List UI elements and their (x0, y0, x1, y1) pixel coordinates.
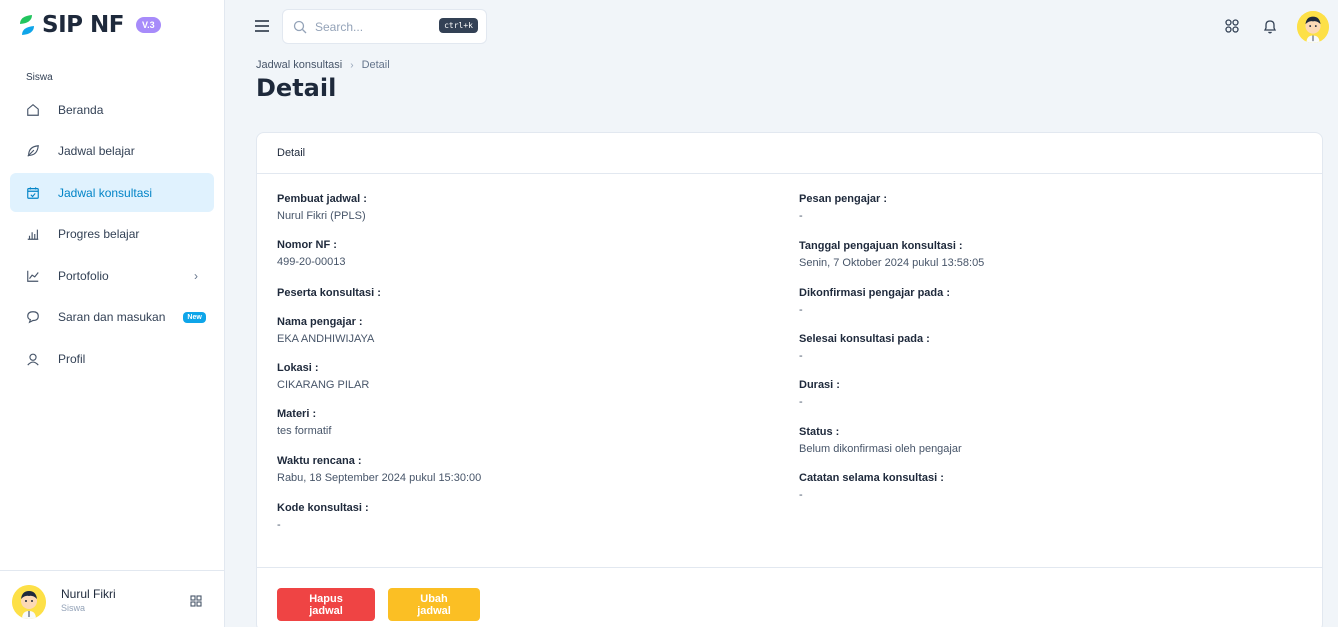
field-waktu-rencana: Waktu rencana : Rabu, 18 September 2024 … (277, 455, 757, 484)
field-label: Catatan selama konsultasi : (799, 472, 944, 484)
field-value: Rabu, 18 September 2024 pukul 15:30:00 (277, 472, 482, 484)
header-avatar[interactable] (1297, 11, 1329, 43)
chevron-right-icon: › (194, 268, 198, 283)
sidebar-item-profil[interactable]: Profil (10, 340, 214, 379)
edit-schedule-button[interactable]: Ubah jadwal (388, 588, 480, 621)
avatar (12, 585, 46, 619)
breadcrumb: Jadwal konsultasi › Detail (256, 59, 390, 71)
field-label: Dikonfirmasi pengajar pada : (799, 287, 950, 299)
user-role: Siswa (61, 603, 86, 613)
breadcrumb-current: Detail (361, 59, 390, 71)
search-icon (293, 20, 307, 33)
breadcrumb-parent[interactable]: Jadwal konsultasi (256, 59, 342, 71)
field-label: Waktu rencana : (277, 455, 362, 467)
field-peserta-konsultasi: Peserta konsultasi : (277, 287, 757, 304)
calendar-check-icon (26, 186, 40, 200)
field-materi: Materi : tes formatif (277, 408, 757, 437)
field-value: CIKARANG PILAR (277, 379, 370, 391)
sidebar-item-progres-belajar[interactable]: Progres belajar (10, 215, 214, 254)
field-value: - (799, 304, 803, 316)
new-badge: New (183, 311, 206, 323)
leaf-icon (26, 144, 40, 158)
sidebar-item-jadwal-konsultasi[interactable]: Jadwal konsultasi (10, 173, 214, 213)
sidebar-item-portofolio[interactable]: Portofolio › (10, 256, 214, 295)
field-value: - (799, 489, 803, 501)
sidebar: SIP NF V.3 Siswa Beranda Jadwal belajar … (0, 0, 225, 627)
shortcut-badge: ctrl+k (439, 18, 478, 33)
field-value: tes formatif (277, 425, 332, 437)
field-label: Pembuat jadwal : (277, 193, 367, 205)
field-value: - (799, 210, 803, 222)
app-name: SIP NF (42, 12, 124, 38)
sidebar-item-label: Jadwal belajar (58, 144, 135, 159)
field-label: Nomor NF : (277, 239, 337, 251)
field-catatan: Catatan selama konsultasi : - (799, 472, 1279, 501)
field-selesai-konsultasi: Selesai konsultasi pada : - (799, 333, 1279, 362)
sidebar-user[interactable]: Nurul Fikri Siswa (0, 570, 225, 627)
sidebar-item-label: Beranda (58, 102, 104, 117)
field-value: Nurul Fikri (PPLS) (277, 210, 366, 222)
field-value: - (277, 519, 281, 531)
sidebar-item-label: Progres belajar (58, 227, 140, 242)
field-label: Status : (799, 426, 840, 438)
card-title: Detail (257, 133, 1322, 174)
home-icon (26, 103, 40, 117)
field-value: EKA ANDHIWIJAYA (277, 333, 375, 345)
bar-chart-icon (26, 227, 40, 241)
bell-icon[interactable] (1262, 18, 1278, 34)
version-badge: V.3 (135, 17, 161, 33)
sidebar-item-label: Saran dan masukan (58, 310, 166, 325)
sidebar-item-label: Portofolio (58, 268, 109, 283)
search-input[interactable] (315, 19, 435, 34)
sidebar-item-label: Jadwal konsultasi (58, 185, 153, 200)
field-label: Tanggal pengajuan konsultasi : (799, 240, 963, 252)
field-label: Peserta konsultasi : (277, 287, 381, 299)
field-label: Materi : (277, 408, 317, 420)
field-value: Senin, 7 Oktober 2024 pukul 13:58:05 (799, 257, 985, 269)
field-value: 499-20-00013 (277, 256, 346, 268)
card-actions: Hapus jadwal Ubah jadwal (257, 567, 1322, 627)
user-icon (26, 352, 40, 366)
detail-card: Detail Pembuat jadwal : Nurul Fikri (PPL… (256, 132, 1323, 627)
leaf-logo-icon (20, 15, 34, 35)
search-box[interactable]: ctrl+k (282, 9, 487, 44)
field-lokasi: Lokasi : CIKARANG PILAR (277, 362, 757, 391)
sidebar-item-jadwal-belajar[interactable]: Jadwal belajar (10, 132, 214, 171)
field-dikonfirmasi-pada: Dikonfirmasi pengajar pada : - (799, 287, 1279, 316)
field-nama-pengajar: Nama pengajar : EKA ANDHIWIJAYA (277, 316, 757, 345)
delete-schedule-button[interactable]: Hapus jadwal (277, 588, 375, 621)
field-kode-konsultasi: Kode konsultasi : - (277, 502, 757, 531)
field-status: Status : Belum dikonfirmasi oleh pengaja… (799, 426, 1279, 455)
field-label: Selesai konsultasi pada : (799, 333, 930, 345)
field-value: - (799, 350, 803, 362)
field-label: Nama pengajar : (277, 316, 363, 328)
field-value: - (799, 396, 803, 408)
field-label: Durasi : (799, 379, 840, 391)
line-chart-icon (26, 269, 40, 283)
sidebar-item-beranda[interactable]: Beranda (10, 90, 214, 129)
field-tanggal-pengajuan: Tanggal pengajuan konsultasi : Senin, 7 … (799, 240, 1279, 269)
breadcrumb-separator: › (350, 59, 354, 71)
field-label: Lokasi : (277, 362, 319, 374)
hamburger-menu-icon[interactable] (254, 19, 270, 33)
field-value: Belum dikonfirmasi oleh pengajar (799, 443, 962, 455)
chat-icon (26, 310, 40, 324)
app-logo[interactable]: SIP NF V.3 (18, 12, 161, 38)
sidebar-item-saran-dan-masukan[interactable]: Saran dan masukan New (10, 298, 214, 337)
switch-account-icon[interactable] (190, 595, 202, 607)
field-label: Kode konsultasi : (277, 502, 369, 514)
field-pesan-pengajar: Pesan pengajar : - (799, 193, 1279, 222)
sidebar-item-label: Profil (58, 352, 86, 367)
field-nomor-nf: Nomor NF : 499-20-00013 (277, 239, 757, 268)
apps-grid-icon[interactable] (1224, 18, 1240, 34)
user-name: Nurul Fikri (61, 587, 116, 601)
page-title: Detail (256, 74, 337, 102)
sidebar-nav: Beranda Jadwal belajar Jadwal konsultasi… (10, 90, 214, 381)
sidebar-section-label: Siswa (26, 72, 53, 83)
field-label: Pesan pengajar : (799, 193, 888, 205)
field-durasi: Durasi : - (799, 379, 1279, 408)
field-pembuat-jadwal: Pembuat jadwal : Nurul Fikri (PPLS) (277, 193, 757, 222)
